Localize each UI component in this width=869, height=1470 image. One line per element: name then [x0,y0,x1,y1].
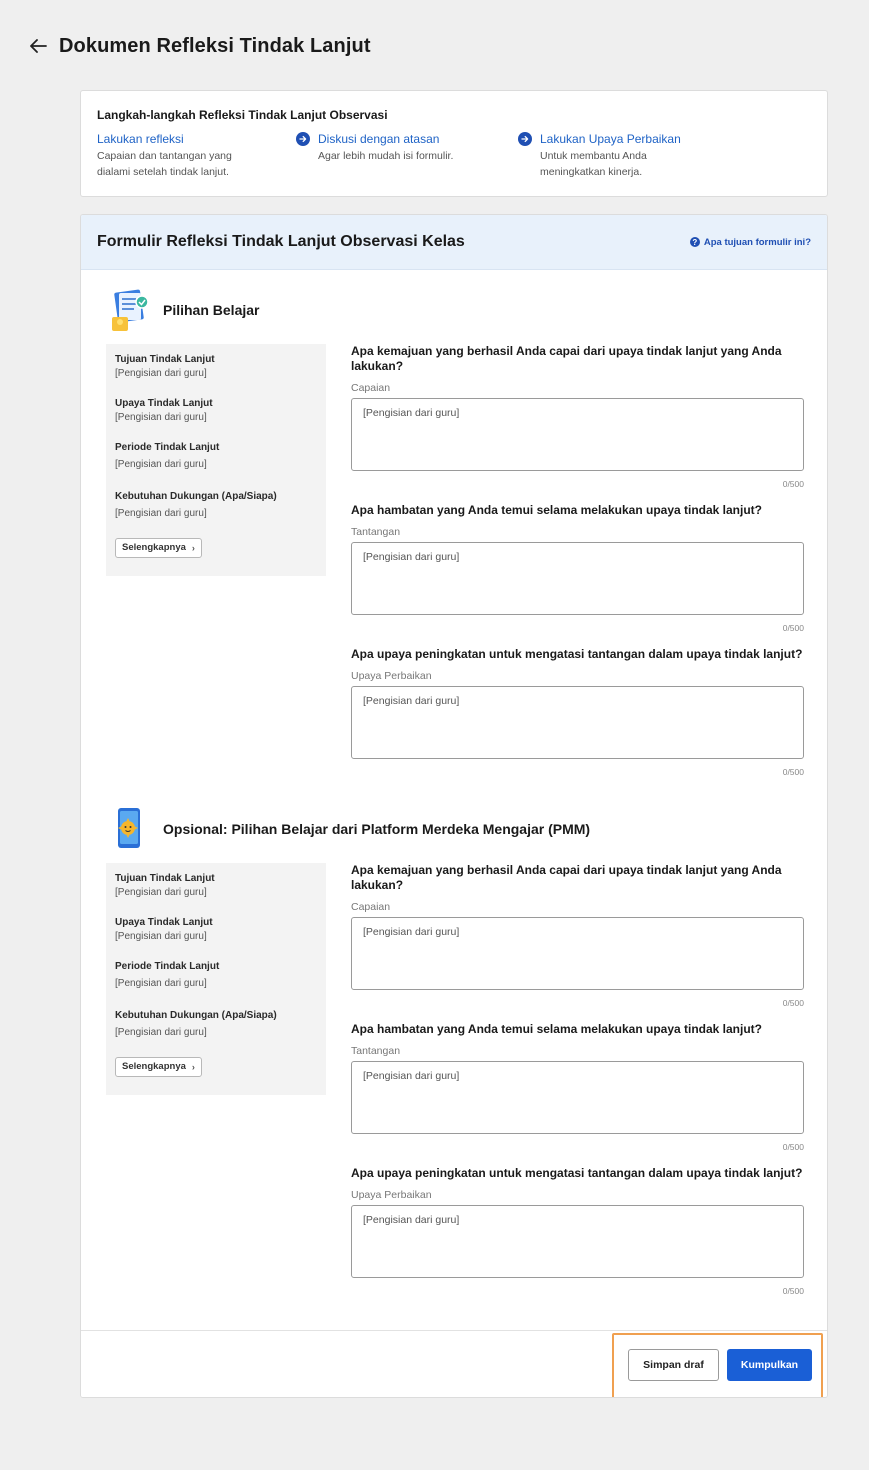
section-title: Pilihan Belajar [163,302,260,318]
question-text: Apa kemajuan yang berhasil Anda capai da… [351,344,782,373]
step-desc: Untuk membantu Anda meningkatkan kinerja… [540,150,647,178]
info-panel: Tujuan Tindak Lanjut [Pengisian dari gur… [106,344,326,576]
question-text: Apa hambatan yang Anda temui selama mela… [351,1022,762,1036]
question-block: Apa hambatan yang Anda temui selama mela… [351,503,804,633]
question-block: Apa kemajuan yang berhasil Anda capai da… [351,344,804,489]
info-item: Kebutuhan Dukungan (Apa/Siapa) [Pengisia… [115,1009,317,1040]
section-title: Opsional: Pilihan Belajar dari Platform … [163,821,591,837]
info-label: Upaya Tindak Lanjut [115,917,213,928]
form-footer: Simpan draf Kumpulkan [81,1330,827,1397]
info-item: Periode Tindak Lanjut [Pengisian dari gu… [115,441,317,472]
step-discuss: Diskusi dengan atasan Agar lebih mudah i… [296,132,478,164]
question-text: Apa kemajuan yang berhasil Anda capai da… [351,863,782,892]
field-label: Capaian [351,901,391,913]
char-counter: 0/500 [782,1286,804,1296]
info-label: Periode Tindak Lanjut [115,961,220,972]
more-button[interactable]: Selengkapnya › [115,1056,202,1077]
info-value: [Pengisian dari guru] [115,459,207,470]
question-block: Apa upaya peningkatan untuk mengatasi ta… [351,647,804,777]
question-text: Apa upaya peningkatan untuk mengatasi ta… [351,1166,803,1180]
info-value: [Pengisian dari guru] [115,508,207,519]
step-title: Lakukan refleksi [97,132,184,146]
phone-mascot-illustration-icon [108,806,153,852]
form-card: Formulir Refleksi Tindak Lanjut Observas… [80,214,828,1398]
upaya-perbaikan-textarea[interactable]: [Pengisian dari guru] [351,1205,804,1278]
question-block: Apa upaya peningkatan untuk mengatasi ta… [351,1166,804,1296]
more-button-label: Selengkapnya [122,1061,186,1072]
chevron-right-icon: › [191,542,195,553]
field-label: Capaian [351,382,391,394]
info-value: [Pengisian dari guru] [115,1027,207,1038]
steps-title: Langkah-langkah Refleksi Tindak Lanjut O… [97,108,388,122]
question-circle-icon: ? [689,237,700,247]
field-label: Upaya Perbaikan [351,1189,432,1201]
info-item: Upaya Tindak Lanjut [Pengisian dari guru… [115,397,317,425]
form-header: Formulir Refleksi Tindak Lanjut Observas… [81,215,827,270]
more-button[interactable]: Selengkapnya › [115,537,202,558]
page-header: Dokumen Refleksi Tindak Lanjut [27,33,371,59]
help-link[interactable]: ? Apa tujuan formulir ini? [689,236,811,248]
char-counter: 0/500 [782,479,804,489]
submit-button[interactable]: Kumpulkan [727,1349,812,1381]
field-label: Upaya Perbaikan [351,670,432,682]
question-text: Apa hambatan yang Anda temui selama mela… [351,503,762,517]
help-link-label: Apa tujuan formulir ini? [703,236,811,248]
back-arrow-icon[interactable] [27,35,49,57]
char-counter: 0/500 [782,998,804,1008]
capaian-textarea[interactable]: [Pengisian dari guru] [351,917,804,990]
char-counter: 0/500 [782,767,804,777]
info-item: Periode Tindak Lanjut [Pengisian dari gu… [115,960,317,991]
question-block: Apa hambatan yang Anda temui selama mela… [351,1022,804,1152]
question-text: Apa upaya peningkatan untuk mengatasi ta… [351,647,803,661]
upaya-perbaikan-textarea[interactable]: [Pengisian dari guru] [351,686,804,759]
form-title: Formulir Refleksi Tindak Lanjut Observas… [97,233,465,250]
info-value: [Pengisian dari guru] [115,412,207,423]
info-item: Upaya Tindak Lanjut [Pengisian dari guru… [115,916,317,944]
arrow-right-circle-icon [518,132,532,146]
tantangan-textarea[interactable]: [Pengisian dari guru] [351,542,804,615]
info-item: Tujuan Tindak Lanjut [Pengisian dari gur… [115,872,317,900]
steps-card: Langkah-langkah Refleksi Tindak Lanjut O… [80,90,828,197]
info-value: [Pengisian dari guru] [115,978,207,989]
info-label: Upaya Tindak Lanjut [115,398,213,409]
info-item: Tujuan Tindak Lanjut [Pengisian dari gur… [115,353,317,381]
char-counter: 0/500 [782,1142,804,1152]
save-draft-button[interactable]: Simpan draf [628,1349,719,1381]
capaian-textarea[interactable]: [Pengisian dari guru] [351,398,804,471]
info-value: [Pengisian dari guru] [115,931,207,942]
info-label: Periode Tindak Lanjut [115,442,220,453]
info-label: Kebutuhan Dukungan (Apa/Siapa) [115,1010,277,1021]
step-title: Lakukan Upaya Perbaikan [540,132,681,146]
info-panel: Tujuan Tindak Lanjut [Pengisian dari gur… [106,863,326,1095]
more-button-label: Selengkapnya [122,542,186,553]
info-value: [Pengisian dari guru] [115,887,207,898]
question-block: Apa kemajuan yang berhasil Anda capai da… [351,863,804,1008]
arrow-right-circle-icon [296,132,310,146]
info-item: Kebutuhan Dukungan (Apa/Siapa) [Pengisia… [115,490,317,521]
step-desc: Agar lebih mudah isi formulir. [318,150,454,162]
field-label: Tantangan [351,1045,401,1057]
info-value: [Pengisian dari guru] [115,368,207,379]
info-label: Tujuan Tindak Lanjut [115,354,215,365]
step-reflect: Lakukan refleksi Capaian dan tantangan y… [97,132,257,180]
page-title: Dokumen Refleksi Tindak Lanjut [59,34,371,57]
section-head: Pilihan Belajar [108,287,259,333]
char-counter: 0/500 [782,623,804,633]
step-desc: Capaian dan tantangan yang dialami setel… [97,150,232,178]
step-title: Diskusi dengan atasan [318,132,440,146]
document-illustration-icon [108,287,153,333]
tantangan-textarea[interactable]: [Pengisian dari guru] [351,1061,804,1134]
chevron-right-icon: › [191,1061,195,1072]
step-improve: Lakukan Upaya Perbaikan Untuk membantu A… [518,132,700,180]
info-label: Tujuan Tindak Lanjut [115,873,215,884]
steps-row: Lakukan refleksi Capaian dan tantangan y… [97,132,811,192]
section-head: Opsional: Pilihan Belajar dari Platform … [108,806,590,852]
field-label: Tantangan [351,526,401,538]
info-label: Kebutuhan Dukungan (Apa/Siapa) [115,491,277,502]
